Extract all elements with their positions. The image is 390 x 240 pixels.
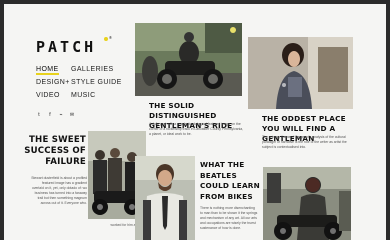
rider-helmet-photo: [263, 167, 351, 240]
rss-icon[interactable]: ⌁: [58, 112, 64, 118]
article-image-oddest-place[interactable]: [248, 37, 353, 109]
twitter-icon[interactable]: t: [36, 112, 42, 118]
article-image-gentleman-ride[interactable]: [135, 23, 242, 96]
article-image-rider-lower[interactable]: [263, 167, 351, 240]
mail-icon[interactable]: ✉: [69, 112, 75, 118]
social-links: t f ⌁ ✉: [36, 112, 75, 118]
page: PATCH ® HOME GALLERIES DESIGN+ STYLE GUI…: [4, 4, 386, 240]
article-excerpt-sweet-success: Stewart dusterfield is about a profiled …: [31, 176, 87, 205]
logo[interactable]: PATCH: [36, 38, 96, 56]
article-image-bearded-man[interactable]: [135, 156, 195, 240]
facebook-icon[interactable]: f: [47, 112, 53, 118]
article-excerpt-oddest-place: The primary theme of Sargeant's analysis…: [262, 135, 347, 149]
nav-item-galleries[interactable]: GALLERIES: [71, 66, 114, 73]
nav-item-design[interactable]: DESIGN+: [36, 79, 70, 86]
motorcycle-rider-photo: [135, 23, 242, 96]
nav-item-music[interactable]: MUSIC: [71, 92, 96, 99]
nav-item-home[interactable]: HOME: [36, 66, 59, 75]
woman-portrait-photo: [248, 37, 353, 109]
article-excerpt-gentleman-ride: A dolly post with a regular backshaped f…: [149, 122, 244, 136]
logo-accent-dot: [104, 37, 108, 41]
nav-item-style-guide[interactable]: STYLE GUIDE: [71, 79, 122, 86]
bearded-man-photo: [135, 156, 195, 240]
logo-registered-mark: ®: [109, 35, 112, 40]
article-excerpt-beatles: There is nothing more disenchanting to m…: [200, 206, 258, 230]
nav-item-video[interactable]: VIDEO: [36, 92, 60, 99]
article-title-sweet-success[interactable]: THE SWEET SUCCESS OF FAILURE: [24, 135, 86, 168]
article-title-beatles[interactable]: WHAT THE BEATLES COULD LEARN FROM BIKES: [200, 160, 260, 202]
